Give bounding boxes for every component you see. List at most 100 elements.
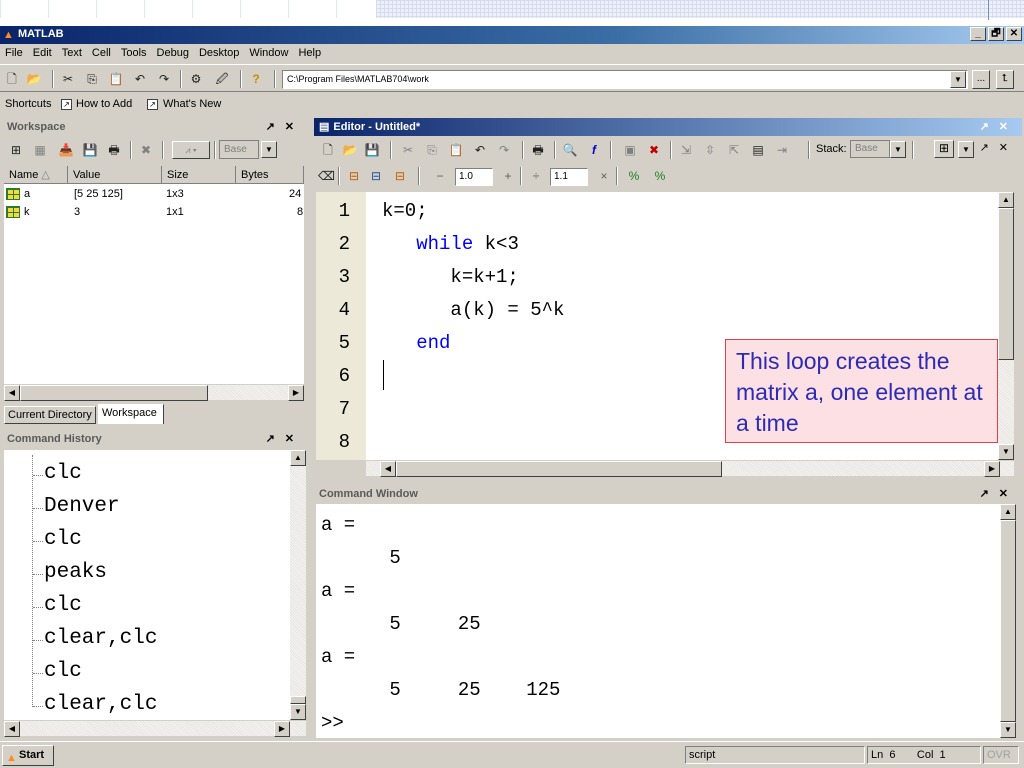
workspace-hscrollbar[interactable]: ◀ ▶ bbox=[4, 384, 304, 401]
redo-icon[interactable]: ↷ bbox=[156, 71, 172, 87]
panel-undock-close-icons[interactable]: ↗✕ bbox=[266, 430, 304, 448]
cut-icon[interactable]: ✂ bbox=[60, 71, 76, 87]
column-header-bytes[interactable]: Bytes bbox=[236, 166, 304, 184]
menu-help[interactable]: Help bbox=[293, 44, 326, 59]
new-variable-icon[interactable]: ⊞ bbox=[8, 142, 24, 158]
step-icon[interactable]: ⇲ bbox=[678, 142, 694, 158]
command-prompt[interactable]: >> bbox=[321, 712, 344, 734]
step-in-icon[interactable]: ⇳ bbox=[702, 142, 718, 158]
print-icon[interactable]: 🖶 bbox=[530, 142, 546, 158]
eval-cell-advance-icon[interactable]: ⊟ bbox=[368, 168, 384, 184]
panel-undock-close-icons[interactable]: ↗✕ bbox=[980, 118, 1018, 136]
browse-button[interactable]: ... bbox=[972, 70, 990, 89]
delete-variable-icon[interactable]: ✖ bbox=[138, 142, 154, 158]
scroll-right-button[interactable]: ▶ bbox=[274, 721, 290, 737]
list-item[interactable]: clc bbox=[44, 528, 82, 551]
code-line[interactable]: k=0; bbox=[382, 200, 428, 222]
list-item[interactable]: clear,clc bbox=[44, 693, 157, 716]
menu-file[interactable]: File bbox=[0, 44, 28, 59]
exit-debug-icon[interactable]: ⇥ bbox=[774, 142, 790, 158]
new-file-icon[interactable]: 🗋 bbox=[4, 71, 20, 87]
scroll-right-button[interactable]: ▶ bbox=[288, 385, 304, 401]
history-hscrollbar[interactable]: ◀ ▶ bbox=[4, 720, 306, 737]
new-file-icon[interactable]: 🗋 bbox=[320, 142, 336, 158]
set-breakpoint-icon[interactable]: ▣ bbox=[622, 142, 638, 158]
code-line[interactable]: a(k) = 5^k bbox=[382, 299, 564, 321]
list-item[interactable]: Denver bbox=[44, 495, 120, 518]
show-cell-titles-icon[interactable]: % bbox=[626, 168, 642, 184]
column-header-size[interactable]: Size bbox=[162, 166, 236, 184]
scroll-up-button[interactable]: ▲ bbox=[1000, 504, 1016, 520]
increment-icon[interactable]: + bbox=[500, 168, 516, 184]
open-folder-icon[interactable]: 📂 bbox=[26, 71, 42, 87]
open-folder-icon[interactable]: 📂 bbox=[342, 142, 358, 158]
divide-icon[interactable]: ÷ bbox=[528, 168, 544, 184]
column-header-name[interactable]: Name △ bbox=[4, 166, 68, 184]
list-item[interactable]: clc bbox=[44, 660, 82, 683]
eval-file-icon[interactable]: ⊟ bbox=[392, 168, 408, 184]
scroll-down-button[interactable]: ▼ bbox=[290, 704, 306, 720]
list-item[interactable]: clc bbox=[44, 462, 82, 485]
copy-icon[interactable]: ⎘ bbox=[424, 142, 440, 158]
scroll-thumb[interactable] bbox=[290, 696, 306, 704]
tab-current-directory[interactable]: Current Directory bbox=[4, 406, 96, 424]
scroll-thumb[interactable] bbox=[998, 208, 1014, 360]
print-icon[interactable]: 🖶 bbox=[106, 142, 122, 158]
cut-icon[interactable]: ✂ bbox=[400, 142, 416, 158]
layout-grid-icon[interactable]: ⊞ bbox=[934, 140, 954, 158]
undo-icon[interactable]: ↶ bbox=[472, 142, 488, 158]
paste-icon[interactable]: 📋 bbox=[108, 71, 124, 87]
stack-dropdown-button[interactable]: ▼ bbox=[261, 141, 277, 158]
scroll-up-button[interactable]: ▲ bbox=[290, 450, 306, 466]
help-icon[interactable]: ? bbox=[248, 71, 264, 87]
copy-icon[interactable]: ⎘ bbox=[84, 71, 100, 87]
shortcut-how-to-add[interactable]: How to Add bbox=[76, 98, 132, 110]
import-data-icon[interactable]: 📥 bbox=[58, 142, 74, 158]
workspace-stack-select[interactable]: Base bbox=[219, 140, 259, 159]
function-icon[interactable]: f bbox=[586, 142, 602, 158]
current-directory-field[interactable]: C:\Program Files\MATLAB704\work bbox=[282, 70, 968, 89]
editor-stack-select[interactable]: Base bbox=[850, 140, 890, 158]
menu-desktop[interactable]: Desktop bbox=[194, 44, 244, 59]
multiply-value-field[interactable]: 1.1 bbox=[550, 168, 588, 186]
stack-dropdown-button[interactable]: ▼ bbox=[890, 141, 906, 158]
scroll-up-button[interactable]: ▲ bbox=[998, 192, 1014, 208]
tab-workspace[interactable]: Workspace bbox=[98, 404, 164, 424]
history-vscrollbar[interactable]: ▲ ▼ bbox=[290, 450, 306, 720]
minimize-button[interactable]: _ bbox=[970, 27, 986, 41]
menu-window[interactable]: Window bbox=[244, 44, 293, 59]
panel-undock-close-icons[interactable]: ↗✕ bbox=[266, 118, 304, 136]
continue-icon[interactable]: ▤ bbox=[750, 142, 766, 158]
scroll-left-button[interactable]: ◀ bbox=[4, 385, 20, 401]
paste-icon[interactable]: 📋 bbox=[448, 142, 464, 158]
plot-selector-icon[interactable]: ⩘ ▾ bbox=[172, 141, 210, 159]
scroll-right-button[interactable]: ▶ bbox=[984, 461, 1000, 477]
list-item[interactable]: clc bbox=[44, 594, 82, 617]
find-icon[interactable]: 🔍 bbox=[562, 142, 578, 158]
layout-dropdown-button[interactable]: ▼ bbox=[958, 141, 974, 158]
increment-value-field[interactable]: 1.0 bbox=[455, 168, 493, 186]
clear-breakpoints-icon[interactable]: ✖ bbox=[646, 142, 662, 158]
save-icon[interactable]: 💾 bbox=[364, 142, 380, 158]
restore-button[interactable]: 🗗 bbox=[988, 27, 1004, 41]
code-line[interactable]: k=k+1; bbox=[382, 266, 518, 288]
guide-icon[interactable]: 🖉 bbox=[214, 71, 230, 87]
code-line[interactable]: while k<3 bbox=[382, 233, 519, 255]
menu-edit[interactable]: Edit bbox=[28, 44, 57, 59]
scroll-left-button[interactable]: ◀ bbox=[380, 461, 396, 477]
menu-tools[interactable]: Tools bbox=[116, 44, 152, 59]
up-folder-icon[interactable]: ⮤ bbox=[996, 70, 1014, 89]
column-header-value[interactable]: Value bbox=[68, 166, 162, 184]
table-row[interactable]: k 3 1x1 8 bbox=[4, 205, 304, 221]
editor-hscrollbar[interactable]: ◀ ▶ bbox=[366, 460, 1014, 477]
step-out-icon[interactable]: ⇱ bbox=[726, 142, 742, 158]
scroll-thumb[interactable] bbox=[396, 461, 722, 477]
redo-icon[interactable]: ↷ bbox=[496, 142, 512, 158]
menu-debug[interactable]: Debug bbox=[152, 44, 194, 59]
table-row[interactable]: a [5 25 125] 1x3 24 bbox=[4, 187, 304, 203]
start-button[interactable]: ▲ Start bbox=[2, 745, 54, 766]
save-workspace-icon[interactable]: 💾 bbox=[82, 142, 98, 158]
multiply-icon[interactable]: × bbox=[596, 168, 612, 184]
close-button[interactable]: ✕ bbox=[1006, 27, 1022, 41]
document-undock-close-icons[interactable]: ↗✕ bbox=[980, 141, 1018, 154]
